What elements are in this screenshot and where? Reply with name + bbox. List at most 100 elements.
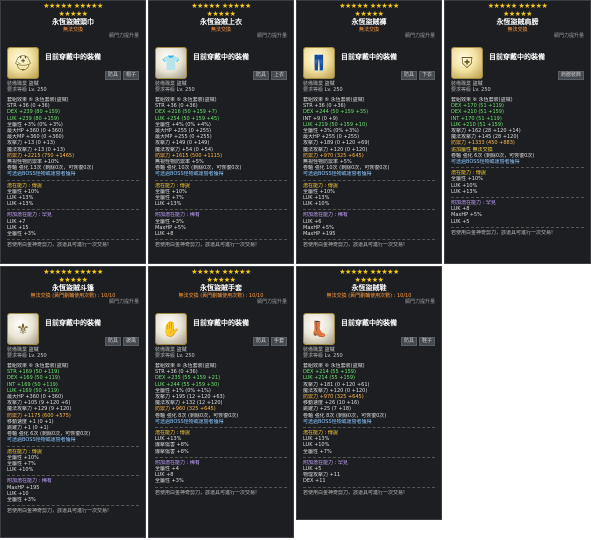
equipped-label: 目前穿戴中的裝備 (341, 53, 397, 61)
item-tooltip-pants: ★★★★★ ★★★★★ ★★★★★ 永恆盜賊褲 無法交換 顯門力提升量 👖 目前穿… (296, 0, 442, 264)
star-force-row: ★★★★★ ★★★★★ ★★★★★ (297, 268, 441, 284)
req-label: 要求等級 (155, 87, 176, 93)
requirements: 裝備職業 盜賊 要求等級 Lv. 250 (155, 81, 195, 93)
requirements: 裝備職業 盜賊 要求等級 Lv. 250 (303, 81, 343, 93)
star-force-row: ★★★★★ ★★★★★ ★★★★★ (297, 2, 441, 18)
additional-line: 全屬性 +3% (7, 497, 36, 504)
trade-note: 若使用白金神奇剪刀，該道具可進行一次交易! (155, 242, 258, 249)
stars-bottom: ★★★★★ (58, 276, 88, 284)
equipped-label: 目前穿戴中的裝備 (489, 53, 545, 61)
stars-bottom: ★★★★★ (206, 276, 236, 284)
potential-line: LUK +13% (451, 188, 478, 195)
divider (303, 456, 435, 458)
item-tooltip-hat: ★★★★★ ★★★★★ ★★★★★ 永恆盜賊頭巾 無法交換 顯門力提升量 ⛑ 目前… (0, 0, 146, 264)
item-tooltip-top: ★★★★★ ★★★★★ ★★★★★ 永恆盜賊上衣 無法交換 顯門力提升量 👕 目前… (148, 0, 294, 264)
star-force-row: ★★★★★ ★★★★★ ★★★★★ (1, 268, 145, 284)
stat-line: 可透過BOSS怪物或運營者獲得 (303, 171, 372, 178)
req-label: 要求等級 (155, 353, 176, 359)
item-title: 永恆盜賊肩膀 (496, 18, 539, 26)
trade-note: 若使用白金神奇剪刀，該道具可進行一次交易! (7, 242, 110, 249)
power-note: 顯門力提升量 (404, 299, 435, 305)
divider (155, 456, 287, 458)
equipped-label: 目前穿戴中的裝備 (193, 319, 249, 327)
divider (7, 475, 139, 477)
stats-body: 套組效果 ⑥ 永恆套裝(盜賊) STR +36 (0 +36) DEX +244… (303, 97, 435, 248)
item-title: 永恆盜賊鞋 (351, 284, 387, 292)
power-note: 顯門力提升量 (553, 33, 584, 39)
cape-icon: ⚜ (16, 320, 30, 338)
helmet-icon: ⛑ (13, 54, 33, 72)
power-note: 顯門力提升量 (108, 33, 139, 39)
additional-line: 全屬性 +3% (155, 478, 184, 485)
equipped-label: 目前穿戴中的裝備 (193, 53, 249, 61)
req-label: 要求等級 (7, 353, 28, 359)
item-image: ✋ (155, 313, 187, 345)
level-value: Lv. 250 (28, 87, 47, 93)
divider (155, 427, 287, 429)
divider (303, 427, 435, 429)
stats-body: 套組效果 ⑥ 永恆套裝(盜賊) DEX +170 (51 +119) DEX +… (451, 97, 584, 236)
additional-line: LUK +8 (155, 231, 174, 238)
level-value: Lv. 250 (324, 353, 343, 359)
stars-top: ★★★★★ ★★★★★ (487, 2, 548, 10)
divider (155, 179, 287, 181)
additional-line: DEX +11 (303, 478, 326, 485)
item-image: ⛑ (7, 47, 39, 79)
type-tags: 肩膀裝飾 (557, 71, 584, 80)
divider (7, 505, 139, 507)
additional-line: LUK +5 (451, 218, 470, 225)
tag: 防具 (400, 71, 417, 80)
divider (303, 486, 435, 488)
potential-line: 爆擊傷害 +8% (155, 448, 189, 455)
potential-line: LUK +13% (7, 201, 34, 208)
stars-top: ★★★★★ ★★★★★ (191, 268, 251, 276)
additional-line: 全屬性 +3% (7, 231, 36, 238)
stat-line: 可透過BOSS怪物或運營者獲得 (7, 171, 76, 178)
tag: 帽子 (122, 71, 139, 80)
trade-note: 若使用白金神奇剪刀，該道具可進行一次交易! (303, 242, 406, 249)
level-value: Lv. 250 (472, 87, 491, 93)
stars-bottom: ★★★★★ (58, 10, 88, 18)
trade-note: 若使用白金神奇剪刀，該道具可進行一次交易! (7, 508, 110, 515)
item-title: 永恆盜賊手套 (200, 284, 242, 292)
equipped-label: 目前穿戴中的裝備 (341, 319, 397, 327)
tag: 披風 (122, 337, 139, 346)
level-value: Lv. 250 (176, 353, 195, 359)
type-tags: 防具 帽子 (104, 71, 139, 80)
type-tags: 防具 下衣 (400, 71, 435, 80)
type-tags: 防具 鞋子 (400, 337, 435, 346)
divider (7, 179, 139, 181)
req-label: 要求等級 (7, 87, 28, 93)
type-tags: 防具 上衣 (252, 71, 287, 80)
divider (303, 179, 435, 181)
requirements: 裝備職業 盜賊 要求等級 Lv. 250 (7, 81, 47, 93)
trade-note: 若使用白金神奇剪刀，該道具可進行一次交易! (451, 229, 554, 236)
item-title: 永恆盜賊斗篷 (52, 284, 94, 292)
tag: 防具 (252, 71, 269, 80)
stars-top: ★★★★★ ★★★★★ (339, 2, 399, 10)
stats-body: 套組效果 ⑥ 永恆套裝(盜賊) STR +169 (50 +119) DEX +… (7, 363, 139, 514)
potential-line: 全屬性 +7% (303, 448, 332, 455)
tag: 防具 (252, 337, 269, 346)
tag: 防具 (104, 337, 121, 346)
requirements: 裝備職業 盜賊 要求等級 Lv. 250 (7, 347, 47, 359)
level-value: Lv. 250 (28, 353, 47, 359)
tag: 手套 (270, 337, 287, 346)
shirt-icon: 👕 (161, 54, 181, 72)
stars-top: ★★★★★ ★★★★★ (43, 268, 103, 276)
stars-bottom: ★★★★★ (354, 10, 384, 18)
item-image: ⛨ (451, 47, 483, 79)
divider (451, 197, 584, 199)
type-tags: 防具 手套 (252, 337, 287, 346)
req-label: 要求等級 (303, 87, 324, 93)
pants-icon: 👖 (309, 54, 329, 72)
item-tooltip-gloves: ★★★★★ ★★★★★ ★★★★★ 永恆盜賊手套 無法交換 (黃門劃輔使用次數) … (148, 266, 294, 538)
stats-body: 套組效果 ⑥ 永恆套裝(盜賊) DEX +214 (55 +159) LUK +… (303, 363, 435, 496)
req-label: 要求等級 (451, 87, 472, 93)
stat-line: 可透過BOSS怪物或運營者獲得 (155, 418, 224, 425)
stat-line: 可透過BOSS怪物或運營者獲得 (451, 159, 520, 166)
item-image: 👕 (155, 47, 187, 79)
item-title: 永恆盜賊上衣 (200, 18, 242, 26)
stat-line: 可透過BOSS怪物或運營者獲得 (155, 171, 224, 178)
stars-bottom: ★★★★★ (206, 10, 236, 18)
